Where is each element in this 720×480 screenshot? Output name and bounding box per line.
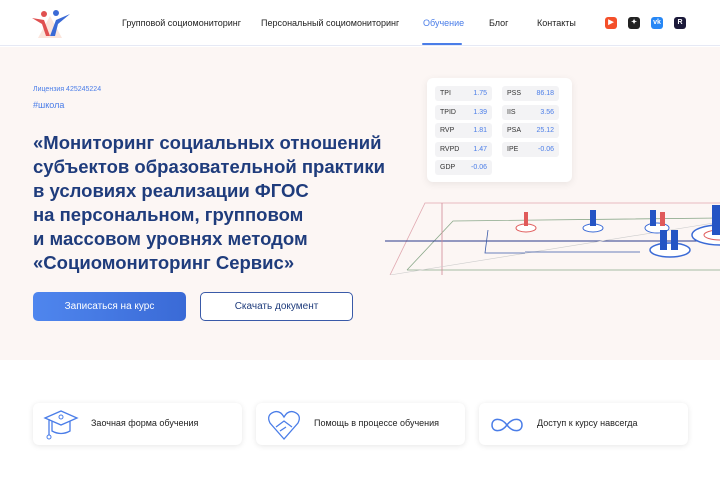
infinity-icon: [491, 418, 523, 432]
rutube-icon[interactable]: R: [674, 17, 686, 29]
nav-personal-monitoring[interactable]: Персональный социомониторинг: [261, 18, 399, 28]
metric-ipe: IPE -0.06: [502, 142, 559, 157]
metric-iis: IIS 3.56: [502, 105, 559, 120]
enroll-button[interactable]: Записаться на курс: [33, 292, 186, 321]
title-line: и массовом уровнях методом: [33, 228, 308, 249]
title-line: «Мониторинг социальных отношений: [33, 132, 382, 153]
header: Групповой социомониторинг Персональный с…: [0, 0, 720, 46]
metric-rvpd: RVPD 1.47: [435, 142, 492, 157]
license-text: Лицензия 425245224: [33, 86, 102, 93]
hashtag[interactable]: #школа: [33, 100, 64, 110]
metric-gdp: GDP -0.06: [435, 160, 492, 175]
title-line: субъектов образовательной практики: [33, 156, 385, 177]
feature-card-correspondence: Заочная форма обучения: [33, 403, 242, 445]
metric-tpi: TPI 1.75: [435, 86, 492, 101]
heart-handshake-icon: [268, 410, 300, 440]
feature-card-lifetime-access: Доступ к курсу навсегда: [479, 403, 688, 445]
title-line: на персональном, групповом: [33, 204, 304, 225]
title-line: «Социомониторинг Сервис»: [33, 252, 295, 273]
title-line: в условиях реализации ФГОС: [33, 180, 309, 201]
feature-card-support: Помощь в процессе обучения: [256, 403, 465, 445]
network-illustration: [385, 202, 720, 275]
graduation-cap-icon: [43, 410, 79, 440]
metric-tpid: TPID 1.39: [435, 105, 492, 120]
metric-rvp: RVP 1.81: [435, 123, 492, 138]
dzen-icon[interactable]: ✦: [628, 17, 640, 29]
logo-icon[interactable]: [30, 8, 74, 40]
metric-psa: PSA 25.12: [502, 123, 559, 138]
download-document-button[interactable]: Скачать документ: [200, 292, 353, 321]
nav-group-monitoring[interactable]: Групповой социомониторинг: [122, 18, 241, 28]
feature-label: Помощь в процессе обучения: [314, 418, 440, 428]
feature-label: Заочная форма обучения: [91, 418, 199, 428]
feature-label: Доступ к курсу навсегда: [537, 418, 638, 428]
active-nav-indicator: [422, 43, 462, 45]
metrics-panel: TPI 1.75 PSS 86.18 TPID 1.39 IIS 3.56 RVP 1.8…: [427, 78, 572, 182]
page-title: «Мониторинг социальных отношений субъект…: [33, 131, 413, 275]
youtube-icon[interactable]: ▶: [605, 17, 617, 29]
metric-pss: PSS 86.18: [502, 86, 559, 101]
nav-blog[interactable]: Блог: [489, 18, 508, 28]
nav-contacts[interactable]: Контакты: [537, 18, 576, 28]
vk-icon[interactable]: vk: [651, 17, 663, 29]
nav-education[interactable]: Обучение: [423, 18, 464, 28]
